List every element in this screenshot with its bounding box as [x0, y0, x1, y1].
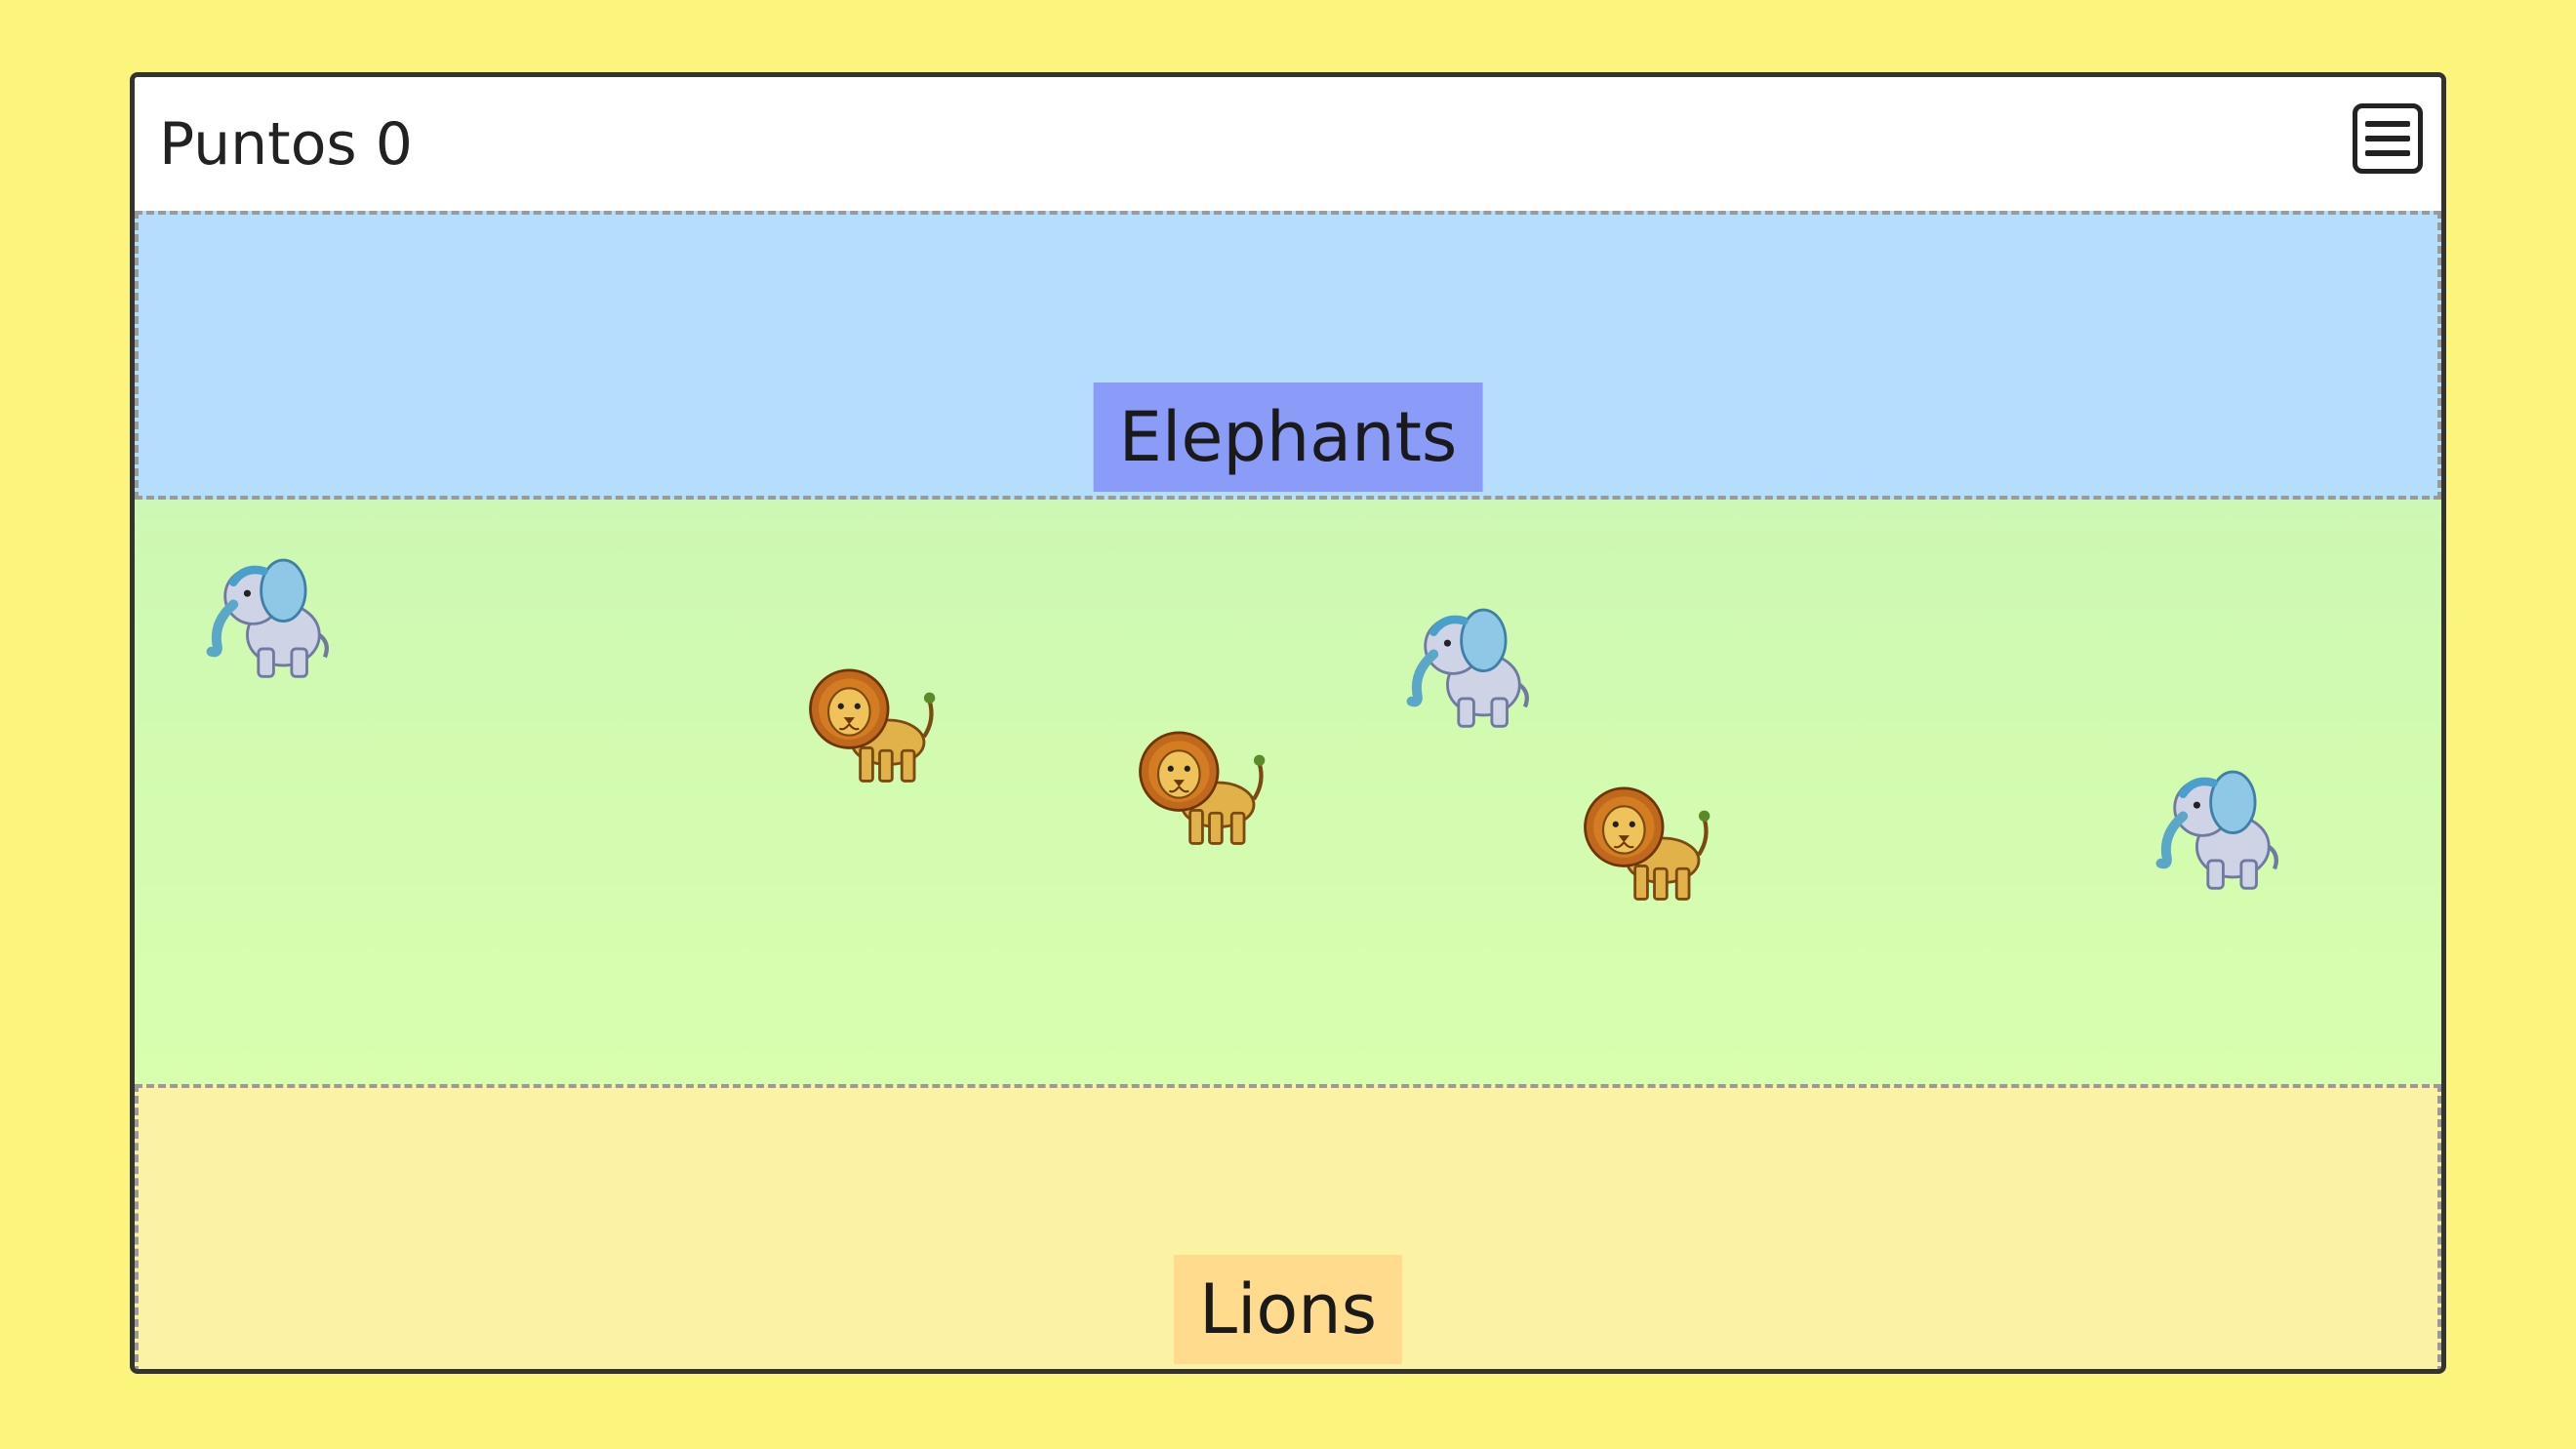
lion-icon[interactable]: [1577, 769, 1715, 907]
zone-label-elephants: Elephants: [1093, 382, 1483, 492]
drop-zone-elephants[interactable]: Elephants: [135, 211, 2441, 500]
play-field: [135, 500, 2441, 1085]
game-window: Puntos 0 Elephants Lions: [130, 72, 2446, 1374]
score-value: 0: [375, 110, 413, 179]
elephant-icon[interactable]: [1403, 593, 1542, 732]
drop-zone-lions[interactable]: Lions: [135, 1084, 2441, 1369]
elephant-icon[interactable]: [203, 543, 342, 682]
hamburger-icon: [2365, 121, 2410, 127]
elephant-icon[interactable]: [2153, 755, 2291, 894]
score-display: Puntos 0: [159, 110, 413, 179]
lion-icon[interactable]: [802, 651, 941, 789]
score-label: Puntos: [159, 110, 357, 179]
menu-button[interactable]: [2353, 103, 2423, 174]
zone-label-lions: Lions: [1173, 1255, 1403, 1364]
header: Puntos 0: [135, 77, 2441, 211]
lion-icon[interactable]: [1132, 713, 1270, 852]
